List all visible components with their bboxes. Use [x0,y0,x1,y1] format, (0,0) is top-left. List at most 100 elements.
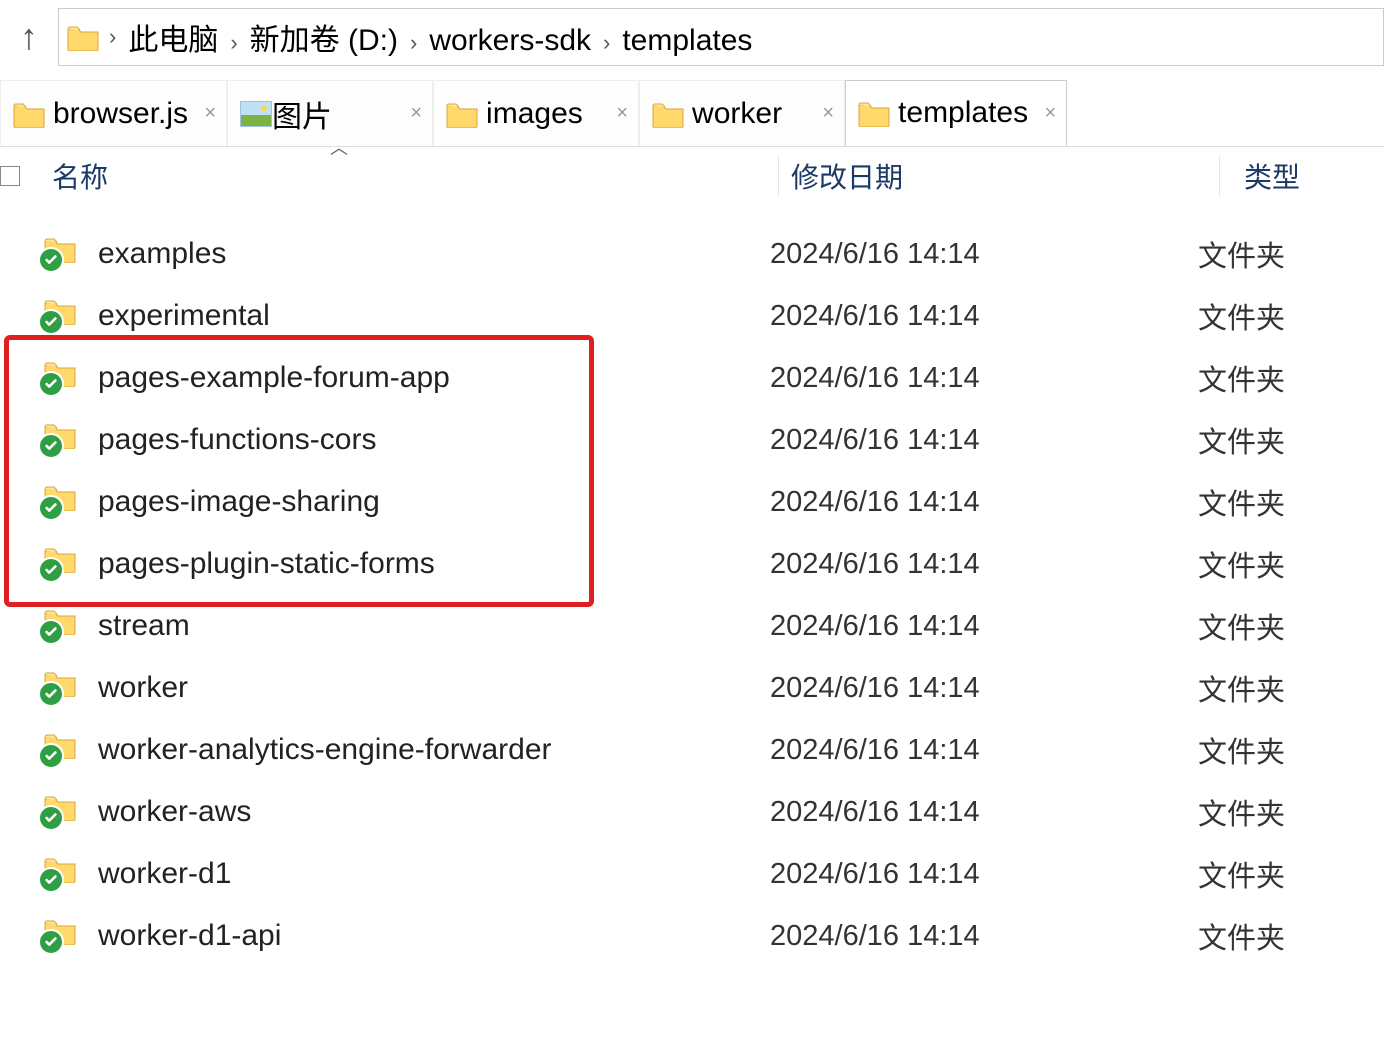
row-icon [44,237,98,271]
breadcrumb-item[interactable]: templates [618,22,756,59]
sync-ok-icon [38,433,64,459]
folder-row[interactable]: pages-functions-cors2024/6/16 14:14文件夹 [0,409,1384,471]
breadcrumb-item[interactable]: 此电脑 [124,22,222,59]
folder-row[interactable]: pages-example-forum-app2024/6/16 14:14文件… [0,347,1384,409]
tab[interactable]: templates× [845,80,1067,146]
folder-row[interactable]: worker-aws2024/6/16 14:14文件夹 [0,781,1384,843]
sync-ok-icon [38,681,64,707]
folder-row[interactable]: pages-plugin-static-forms2024/6/16 14:14… [0,533,1384,595]
folder-row[interactable]: experimental2024/6/16 14:14文件夹 [0,285,1384,347]
folder-row[interactable]: stream2024/6/16 14:14文件夹 [0,595,1384,657]
folder-row[interactable]: worker-d1-api2024/6/16 14:14文件夹 [0,905,1384,967]
folder-row[interactable]: pages-image-sharing2024/6/16 14:14文件夹 [0,471,1384,533]
breadcrumb-item[interactable]: workers-sdk [425,22,595,59]
file-list: examples2024/6/16 14:14文件夹experimental20… [0,205,1384,967]
row-icon [44,857,98,891]
arrow-up-icon: ↑ [20,16,38,58]
file-date: 2024/6/16 14:14 [770,486,1198,519]
sync-ok-icon [38,557,64,583]
sync-ok-icon [38,309,64,335]
file-name: pages-example-forum-app [98,361,770,395]
file-name: worker-analytics-engine-forwarder [98,733,770,767]
file-type: 文件夹 [1198,729,1285,771]
tab-label: browser.js [53,97,214,131]
file-type: 文件夹 [1198,543,1285,585]
row-icon [44,299,98,333]
tab-label: images [486,97,609,131]
column-headers: 名称 修改日期 类型 [0,147,1384,205]
row-icon [44,547,98,581]
tab[interactable]: images × [433,80,639,146]
file-type: 文件夹 [1198,233,1285,275]
file-name: pages-plugin-static-forms [98,547,770,581]
sync-ok-icon [38,805,64,831]
tab[interactable]: browser.js× [0,80,227,146]
folder-icon [446,102,474,126]
file-type: 文件夹 [1198,853,1285,895]
file-type: 文件夹 [1198,791,1285,833]
breadcrumb-item[interactable]: 新加卷 (D:) [246,22,402,59]
chevron-right-icon: › [230,30,237,55]
folder-row[interactable]: worker2024/6/16 14:14文件夹 [0,657,1384,719]
file-type: 文件夹 [1198,357,1285,399]
file-date: 2024/6/16 14:14 [770,796,1198,829]
column-type[interactable]: 类型 [1220,156,1300,196]
file-name: examples [98,237,770,271]
column-date[interactable]: 修改日期 [779,156,1220,196]
file-name: experimental [98,299,770,333]
file-name: worker [98,671,770,705]
file-type: 文件夹 [1198,605,1285,647]
row-icon [44,609,98,643]
close-icon[interactable]: × [410,102,422,125]
file-date: 2024/6/16 14:14 [770,610,1198,643]
file-name: worker-d1-api [98,919,770,953]
sync-ok-icon [38,371,64,397]
file-date: 2024/6/16 14:14 [770,238,1198,271]
row-icon [44,919,98,953]
file-type: 文件夹 [1198,481,1285,523]
row-icon [44,733,98,767]
file-name: pages-image-sharing [98,485,770,519]
chevron-right-icon: › [109,24,116,50]
file-type: 文件夹 [1198,915,1285,957]
column-name[interactable]: 名称 [44,156,779,196]
file-name: pages-functions-cors [98,423,770,457]
file-name: stream [98,609,770,643]
row-icon [44,795,98,829]
file-date: 2024/6/16 14:14 [770,424,1198,457]
address-bar[interactable]: › 此电脑›新加卷 (D:)›workers-sdk›templates [58,8,1384,66]
tab[interactable]: 图片×︿ [227,80,433,146]
tab-label: 图片 [272,92,358,136]
file-date: 2024/6/16 14:14 [770,920,1198,953]
close-icon[interactable]: × [616,102,628,125]
sync-ok-icon [38,495,64,521]
sync-ok-icon [38,247,64,273]
caret-up-icon: ︿ [330,134,348,160]
sync-ok-icon [38,867,64,893]
file-name: worker-aws [98,795,770,829]
folder-icon [67,25,95,49]
close-icon[interactable]: × [822,102,834,125]
file-type: 文件夹 [1198,295,1285,337]
tab[interactable]: worker × [639,80,845,146]
file-type: 文件夹 [1198,419,1285,461]
file-date: 2024/6/16 14:14 [770,858,1198,891]
file-date: 2024/6/16 14:14 [770,734,1198,767]
chevron-right-icon: › [410,30,417,55]
folder-row[interactable]: worker-d12024/6/16 14:14文件夹 [0,843,1384,905]
folder-row[interactable]: examples2024/6/16 14:14文件夹 [0,223,1384,285]
nav-up-button[interactable]: ↑ [0,0,58,74]
close-icon[interactable]: × [204,102,216,125]
row-icon [44,485,98,519]
tab-label: templates [898,96,1054,130]
folder-icon [13,102,41,126]
tab-label: worker [692,97,808,131]
close-icon[interactable]: × [1044,102,1056,125]
select-all-checkbox[interactable] [0,166,44,186]
folder-icon [858,101,886,125]
folder-row[interactable]: worker-analytics-engine-forwarder2024/6/… [0,719,1384,781]
file-name: worker-d1 [98,857,770,891]
sync-ok-icon [38,619,64,645]
row-icon [44,671,98,705]
file-date: 2024/6/16 14:14 [770,362,1198,395]
